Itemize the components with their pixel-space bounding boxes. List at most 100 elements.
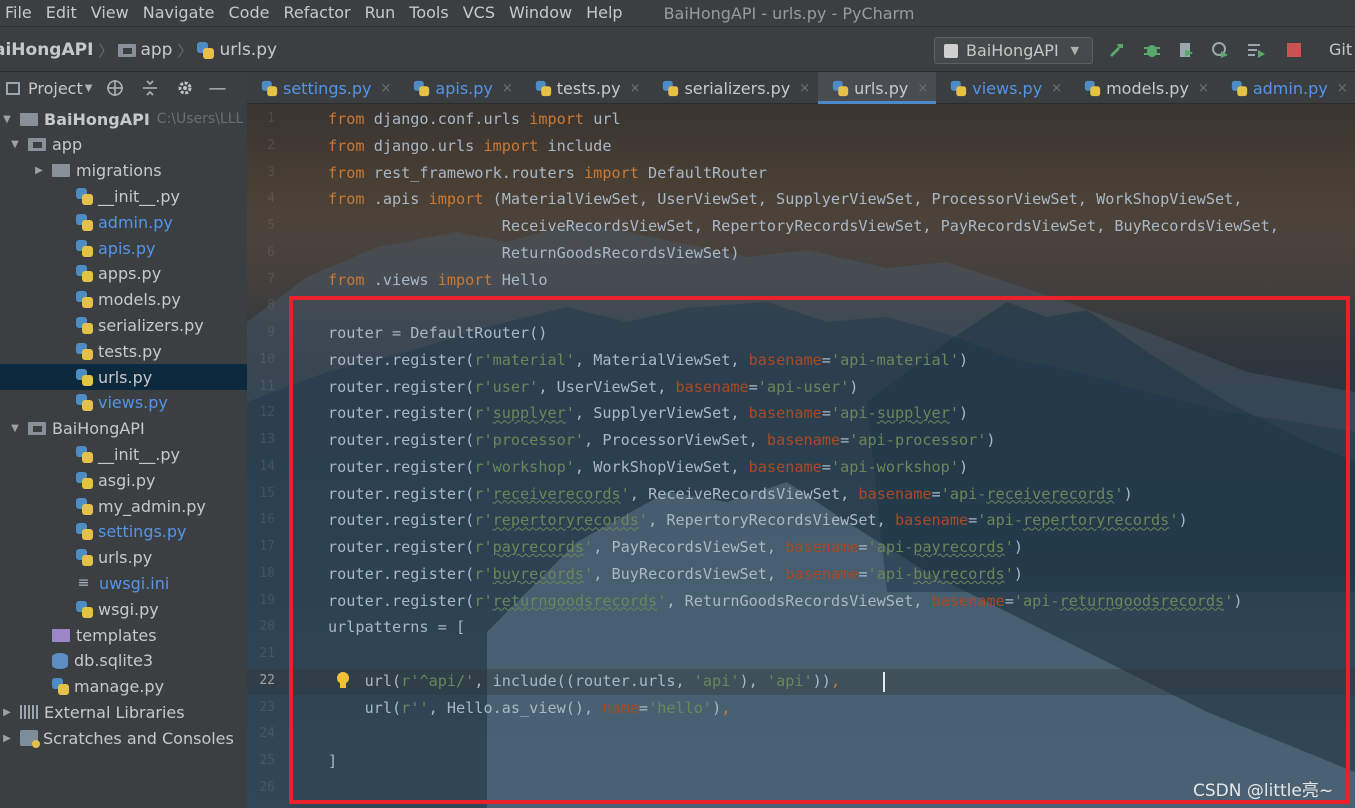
tree-item-label: apis.py bbox=[98, 238, 156, 258]
python-file-icon bbox=[76, 342, 93, 360]
close-icon[interactable]: × bbox=[1337, 81, 1348, 96]
tree-item[interactable]: ▼ BaiHongAPI C:\Users\LLL bbox=[0, 106, 247, 132]
tree-item[interactable]: ▼ app bbox=[0, 132, 247, 158]
tree-item[interactable]: ▶ External Libraries bbox=[0, 699, 247, 725]
folder-icon bbox=[20, 112, 38, 126]
code-token: ReturnGoodsRecordsViewSet) bbox=[328, 243, 740, 262]
editor-tab[interactable]: models.py × bbox=[1070, 72, 1217, 104]
close-icon[interactable]: × bbox=[799, 81, 810, 96]
editor-tab[interactable]: urls.py × bbox=[818, 72, 937, 104]
code-token: ) bbox=[986, 431, 996, 449]
git-label[interactable]: Git bbox=[1329, 27, 1352, 73]
menu-navigate[interactable]: Navigate bbox=[136, 0, 222, 26]
chevron-down-icon[interactable]: ▼ bbox=[8, 139, 22, 150]
editor-tab[interactable]: admin.py × bbox=[1217, 72, 1355, 104]
tree-item[interactable]: __init__.py bbox=[0, 441, 247, 467]
tree-item-label: BaiHongAPI bbox=[52, 419, 145, 439]
chevron-right-icon[interactable]: ▶ bbox=[32, 165, 46, 176]
tree-item[interactable]: ≡ uwsgi.ini bbox=[0, 570, 247, 596]
code-token: , Hello.as_view(), bbox=[428, 698, 603, 717]
tree-item[interactable]: urls.py bbox=[0, 364, 247, 390]
tree-item[interactable]: ▶ migrations bbox=[0, 158, 247, 184]
breadcrumb-project[interactable]: aiHongAPI bbox=[0, 40, 93, 60]
code-token: basename bbox=[748, 350, 822, 369]
tree-item[interactable]: apis.py bbox=[0, 235, 247, 261]
line-number: 23 bbox=[259, 699, 275, 715]
tree-item[interactable]: db.sqlite3 bbox=[0, 648, 247, 674]
tree-item[interactable]: urls.py bbox=[0, 545, 247, 571]
menu-file[interactable]: File bbox=[0, 0, 39, 26]
tree-item[interactable]: admin.py bbox=[0, 209, 247, 235]
tree-item[interactable]: apps.py bbox=[0, 261, 247, 287]
coverage-icon[interactable] bbox=[1176, 40, 1196, 60]
close-icon[interactable]: × bbox=[1198, 81, 1209, 96]
breadcrumb-separator-icon: 〉 bbox=[98, 41, 114, 60]
tree-item[interactable]: __init__.py bbox=[0, 183, 247, 209]
menu-run[interactable]: Run bbox=[358, 0, 403, 26]
tree-item[interactable]: serializers.py bbox=[0, 312, 247, 338]
python-file-icon bbox=[663, 80, 679, 96]
project-view-selector[interactable]: Project bbox=[28, 79, 83, 98]
editor-tab[interactable]: views.py × bbox=[936, 72, 1070, 104]
text-caret bbox=[883, 672, 885, 692]
menu-view[interactable]: View bbox=[84, 0, 136, 26]
tree-item[interactable]: ▶ Scratches and Consoles bbox=[0, 725, 247, 751]
chevron-right-icon[interactable]: ▶ bbox=[0, 707, 14, 718]
bug-icon[interactable] bbox=[1142, 40, 1162, 60]
concurrency-icon[interactable] bbox=[1246, 40, 1266, 60]
code-token: ' bbox=[1004, 564, 1014, 583]
tree-item[interactable]: manage.py bbox=[0, 674, 247, 700]
menu-window[interactable]: Window bbox=[502, 0, 579, 26]
tree-item[interactable]: views.py bbox=[0, 390, 247, 416]
minimize-icon[interactable]: — bbox=[208, 78, 226, 99]
chevron-down-icon[interactable]: ▼ bbox=[85, 83, 93, 94]
editor-tab[interactable]: tests.py × bbox=[521, 72, 649, 104]
run-configuration-select[interactable]: BaiHongAPI ▼ bbox=[934, 37, 1093, 64]
close-icon[interactable]: × bbox=[1051, 81, 1062, 96]
chevron-down-icon[interactable]: ▼ bbox=[0, 114, 14, 125]
locate-icon[interactable] bbox=[106, 79, 124, 97]
tree-item[interactable]: models.py bbox=[0, 287, 247, 313]
code-token: basename bbox=[675, 377, 749, 396]
menu-vcs[interactable]: VCS bbox=[456, 0, 502, 26]
hammer-icon[interactable] bbox=[1107, 40, 1127, 60]
tree-item[interactable]: tests.py bbox=[0, 338, 247, 364]
close-icon[interactable]: × bbox=[381, 81, 392, 96]
code-token: , ProcessorViewSet, bbox=[584, 431, 767, 449]
collapse-all-icon[interactable] bbox=[141, 79, 159, 97]
menu-code[interactable]: Code bbox=[222, 0, 277, 26]
editor-tab[interactable]: serializers.py × bbox=[648, 72, 818, 104]
menu-edit[interactable]: Edit bbox=[39, 0, 84, 26]
chevron-down-icon[interactable]: ▼ bbox=[8, 423, 22, 434]
breadcrumb-file[interactable]: urls.py bbox=[219, 40, 277, 60]
tree-item-label: External Libraries bbox=[44, 702, 185, 722]
menu-refactor[interactable]: Refactor bbox=[276, 0, 357, 26]
breadcrumb-app[interactable]: app bbox=[140, 40, 172, 60]
editor-tab[interactable]: apis.py × bbox=[399, 72, 520, 104]
code-token: basename bbox=[748, 457, 822, 476]
close-icon[interactable]: × bbox=[917, 81, 928, 96]
watermark: CSDN @little亮~ bbox=[1193, 781, 1334, 801]
menu-tools[interactable]: Tools bbox=[402, 0, 455, 26]
tree-item[interactable]: ▼ BaiHongAPI bbox=[0, 416, 247, 442]
close-icon[interactable]: × bbox=[630, 81, 641, 96]
tree-item[interactable]: asgi.py bbox=[0, 467, 247, 493]
gear-icon[interactable] bbox=[176, 79, 194, 97]
close-icon[interactable]: × bbox=[502, 81, 513, 96]
menu-help[interactable]: Help bbox=[579, 0, 629, 26]
line-number: 24 bbox=[259, 726, 275, 742]
chevron-right-icon[interactable]: ▶ bbox=[0, 733, 14, 744]
tree-item[interactable]: templates bbox=[0, 622, 247, 648]
lightbulb-icon[interactable] bbox=[336, 671, 350, 691]
code-editor[interactable]: from django.conf.urls import url from dja… bbox=[328, 104, 1355, 808]
tree-item-label: __init__.py bbox=[98, 186, 181, 206]
tree-item[interactable]: wsgi.py bbox=[0, 596, 247, 622]
tab-label: urls.py bbox=[854, 78, 909, 98]
profile-icon[interactable] bbox=[1210, 40, 1230, 60]
tree-item[interactable]: settings.py bbox=[0, 519, 247, 545]
code-token: rest_framework.routers bbox=[373, 163, 585, 182]
stop-icon[interactable] bbox=[1284, 40, 1304, 60]
line-number: 4 bbox=[267, 191, 275, 207]
editor-tab[interactable]: settings.py × bbox=[247, 72, 399, 104]
tree-item[interactable]: my_admin.py bbox=[0, 493, 247, 519]
